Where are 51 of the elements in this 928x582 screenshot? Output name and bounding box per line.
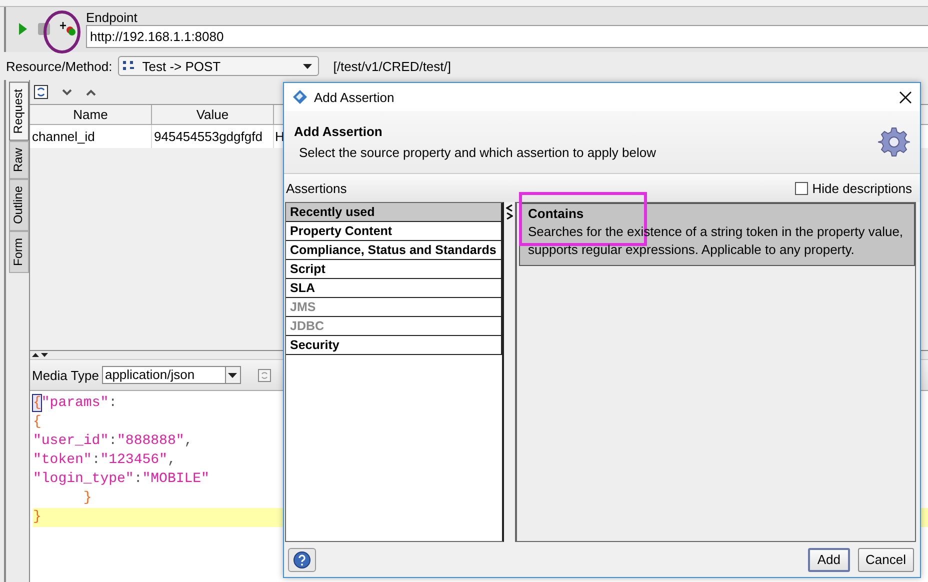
code-line: } (82, 489, 93, 508)
code-line: "user_id":"888888", (33, 432, 194, 451)
category-item[interactable]: SLA (286, 279, 502, 298)
dialog-subtitle: Select the source property and which assertion to apply below (298, 145, 657, 160)
resource-method-dropdown[interactable]: Test -> POST (118, 56, 320, 76)
resource-method-label: Resource/Method: (6, 58, 112, 74)
code-line: "token":"123456", (33, 451, 177, 470)
hide-descriptions-label: Hide descriptions (812, 180, 912, 196)
category-item[interactable]: Compliance, Status and Standards (286, 241, 502, 260)
category-item[interactable]: Property Content (286, 222, 502, 241)
add-assertion-icon[interactable] (60, 22, 76, 36)
category-item[interactable]: Script (286, 260, 502, 279)
category-item[interactable]: Recently used (286, 203, 502, 222)
media-type-dropdown[interactable]: application/json (102, 366, 241, 384)
caret-icon (228, 372, 238, 378)
assertion-name: Contains (528, 205, 585, 223)
play-icon[interactable] (18, 22, 28, 36)
gear-icon (878, 126, 910, 158)
move-up-icon[interactable] (86, 88, 96, 96)
dialog-title: Add Assertion (314, 90, 396, 104)
refresh-icon[interactable] (34, 85, 48, 99)
side-tab[interactable]: Outline (9, 178, 29, 231)
code-line: "login_type":"MOBILE" (33, 470, 210, 489)
category-item[interactable]: Security (286, 336, 502, 355)
app-logo-icon (292, 89, 308, 105)
media-type-label: Media Type (32, 368, 99, 382)
annotation-circle (42, 9, 82, 55)
help-icon (293, 550, 311, 568)
side-tab[interactable]: Request (9, 82, 29, 141)
endpoint-label: Endpoint (86, 10, 138, 25)
endpoint-field[interactable]: http://192.168.1.1:8080 (86, 25, 928, 48)
move-down-icon[interactable] (62, 88, 72, 96)
post-method-icon (122, 60, 136, 72)
hide-descriptions-checkbox[interactable] (795, 182, 808, 194)
assertions-label: Assertions (286, 180, 347, 196)
column-header[interactable]: Value (152, 105, 274, 125)
dialog-heading: Add Assertion (294, 124, 384, 139)
side-tab[interactable]: Raw (9, 140, 29, 179)
splitter-arrows-icon[interactable] (32, 352, 48, 358)
dialog-button[interactable]: Add (808, 548, 850, 572)
resource-path: [/test/v1/CRED/test/] (333, 58, 451, 74)
table-cell: 945454553gdgfgfd (152, 125, 274, 148)
close-icon[interactable] (899, 90, 912, 104)
column-header[interactable]: Name (30, 105, 152, 125)
table-cell: channel_id (30, 125, 152, 148)
help-button[interactable] (288, 548, 316, 572)
caret-icon (303, 64, 312, 68)
dialog-button[interactable]: Cancel (858, 548, 914, 572)
splitter-arrows-icon[interactable] (506, 204, 513, 220)
code-line: { (33, 413, 42, 432)
side-tab[interactable]: Form (9, 230, 29, 273)
